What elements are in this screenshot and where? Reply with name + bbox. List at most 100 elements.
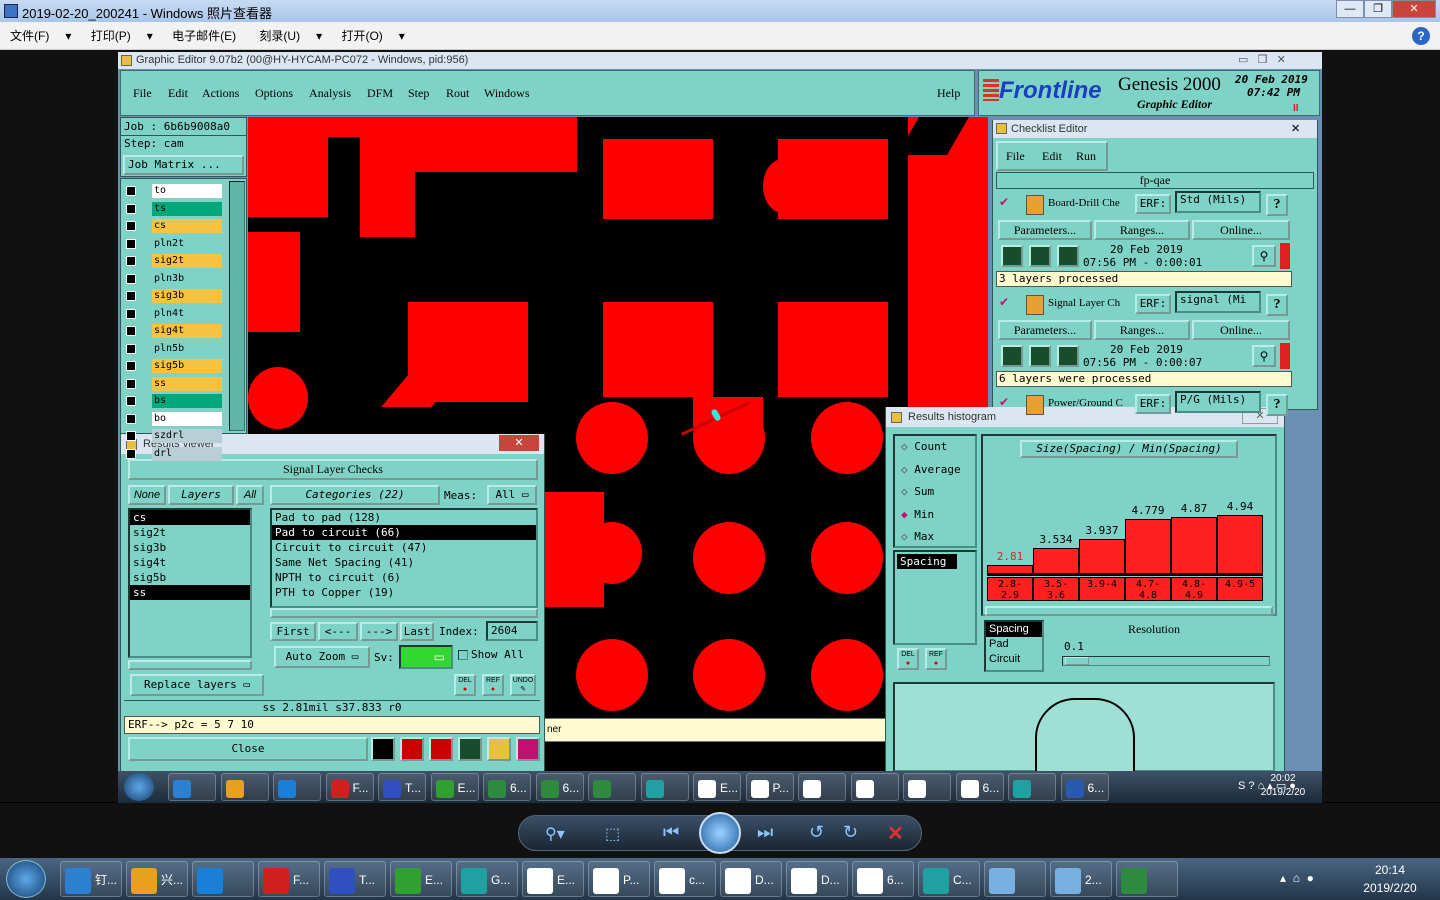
taskbar-item[interactable] <box>798 773 846 801</box>
erf-button[interactable]: ERF: <box>1135 194 1171 214</box>
meas-dropdown[interactable]: All ▭ <box>487 485 537 505</box>
first-button[interactable]: First <box>270 622 316 641</box>
layer-row-pln5b[interactable]: pln5b <box>124 341 222 356</box>
layer-row-pln3b[interactable]: pln3b <box>124 271 222 286</box>
hg-ref-button[interactable]: REF ● <box>925 648 947 670</box>
menu-open[interactable]: 打开(O) <box>331 22 392 50</box>
menu-print[interactable]: 打印(P) <box>81 22 141 50</box>
resolution-slider[interactable] <box>1062 656 1270 666</box>
index-field[interactable]: 2604 <box>486 621 538 641</box>
category-item[interactable]: PTH to Copper (19) <box>272 585 536 600</box>
genesis-window-buttons[interactable]: ▭ ❐ ✕ <box>1238 52 1286 69</box>
layer-result-item[interactable]: sig2t <box>130 525 250 540</box>
taskbar-item[interactable] <box>168 773 216 801</box>
stop-icon[interactable] <box>400 737 424 761</box>
layer-checkbox[interactable] <box>126 378 136 389</box>
layer-result-item[interactable]: cs <box>130 510 250 525</box>
job-matrix-button[interactable]: Job Matrix ... <box>123 155 244 175</box>
taskbar-item[interactable]: T... <box>324 861 386 897</box>
prev-button[interactable]: <--- <box>318 622 358 641</box>
erf-value[interactable]: P/G (Mils) <box>1175 391 1261 413</box>
layer-results-list[interactable]: cs sig2t sig3b sig4t sig5b ss <box>128 508 252 658</box>
histogram-bar[interactable] <box>1171 517 1217 574</box>
taskbar-item[interactable]: E... <box>522 861 584 897</box>
online-button[interactable]: Online... <box>1192 220 1290 240</box>
menu-file[interactable]: File <box>133 86 152 101</box>
layer-row-ts[interactable]: ts <box>124 201 222 216</box>
erf-button[interactable]: ERF: <box>1135 294 1171 314</box>
menu-email[interactable]: 电子邮件(E) <box>162 22 246 50</box>
check-enabled-icon[interactable]: ✔ <box>999 195 1009 209</box>
start-button[interactable] <box>124 773 154 801</box>
run-icon[interactable] <box>1001 345 1023 367</box>
option-count[interactable]: ◇ Count <box>895 436 975 459</box>
histogram-bar[interactable] <box>1079 538 1125 574</box>
replace-layers-dropdown[interactable]: Replace layers ▭ <box>130 674 264 696</box>
menu-windows[interactable]: Windows <box>484 86 530 101</box>
none-button[interactable]: None <box>128 485 166 505</box>
erf-value[interactable]: Std (Mils) <box>1175 191 1261 213</box>
taskbar-item[interactable] <box>1116 861 1178 897</box>
pause-icon[interactable] <box>371 737 395 761</box>
layer-checkbox[interactable] <box>126 361 136 371</box>
parameters-button[interactable]: Parameters... <box>998 320 1092 340</box>
run-all-icon[interactable] <box>1029 345 1051 367</box>
menu-rout[interactable]: Rout <box>446 86 469 101</box>
maximize-button[interactable]: ❐ <box>1364 0 1392 18</box>
taskbar-item[interactable]: D... <box>720 861 782 897</box>
taskbar-item[interactable]: E... <box>430 773 479 801</box>
taskbar-item[interactable]: T... <box>378 773 426 801</box>
taskbar-item[interactable] <box>850 773 899 801</box>
taskbar-item[interactable] <box>192 861 254 897</box>
close-button[interactable]: ✕ <box>1392 0 1436 18</box>
histogram-bar[interactable] <box>1125 519 1171 574</box>
check-enabled-icon[interactable]: ✔ <box>999 295 1009 309</box>
layer-row-ss[interactable]: ss <box>124 376 222 391</box>
category-item[interactable]: Pad to pad (128) <box>272 510 536 525</box>
taskbar-item[interactable] <box>984 861 1046 897</box>
undo-button[interactable]: UNDO ✎ <box>510 674 536 696</box>
taskbar-item[interactable]: C... <box>918 861 980 897</box>
param2-item[interactable]: Pad <box>986 637 1042 652</box>
help-icon[interactable]: ? <box>1412 27 1430 45</box>
layer-row-szdrl[interactable]: szdrl <box>124 429 222 443</box>
layer-row-sig2t[interactable]: sig2t <box>124 254 222 268</box>
histogram-bar[interactable] <box>1217 515 1263 574</box>
rotate-right-icon[interactable]: ↻ <box>843 822 858 843</box>
run-icon[interactable] <box>1001 245 1023 267</box>
erf-value[interactable]: signal (Mi <box>1175 291 1261 313</box>
layer-result-item[interactable]: sig5b <box>130 570 250 585</box>
check-name[interactable]: Board-Drill Che <box>1048 197 1134 209</box>
taskbar-item[interactable]: P... <box>745 773 794 801</box>
menu-help[interactable]: Help <box>937 86 960 101</box>
layer-checkbox[interactable] <box>126 238 136 249</box>
next-icon[interactable]: ⏭ <box>757 822 773 843</box>
param-list[interactable]: Spacing <box>893 550 977 645</box>
taskbar-item[interactable]: 2... <box>1050 861 1112 897</box>
view-results-icon[interactable]: ⚲ <box>1252 345 1276 367</box>
check-help-button[interactable]: ? <box>1266 294 1288 316</box>
param-secondary-list[interactable]: Spacing Pad Circuit <box>984 620 1044 672</box>
layer-checkbox[interactable] <box>126 431 136 441</box>
taskbar-item[interactable]: 钉... <box>60 861 122 897</box>
online-button[interactable]: Online... <box>1192 320 1290 340</box>
menu-file[interactable]: 文件(F) <box>0 22 59 50</box>
layer-row-sig4t[interactable]: sig4t <box>124 324 222 338</box>
view-results-icon[interactable]: ⚲ <box>1252 245 1276 267</box>
last-button[interactable]: Last <box>400 622 434 641</box>
layer-checkbox[interactable] <box>126 326 136 336</box>
erf-button[interactable]: ERF: <box>1135 394 1171 414</box>
layer-checkbox[interactable] <box>126 273 136 284</box>
delete-icon[interactable]: ✕ <box>887 821 904 846</box>
taskbar-item[interactable]: F... <box>325 773 374 801</box>
layer-row-bo[interactable]: bo <box>124 411 222 426</box>
menu-analysis[interactable]: Analysis <box>309 86 351 101</box>
zoom-icon[interactable]: ⚲▾ <box>545 824 565 844</box>
param2-item[interactable]: Spacing <box>986 622 1042 637</box>
param-spacing[interactable]: Spacing <box>897 554 957 569</box>
taskbar-item[interactable]: 6... <box>535 773 584 801</box>
del-button[interactable]: DEL ● <box>454 674 476 696</box>
layer-checkbox[interactable] <box>126 221 136 231</box>
taskbar-item[interactable] <box>1008 773 1056 801</box>
menu-dfm[interactable]: DFM <box>367 86 393 101</box>
